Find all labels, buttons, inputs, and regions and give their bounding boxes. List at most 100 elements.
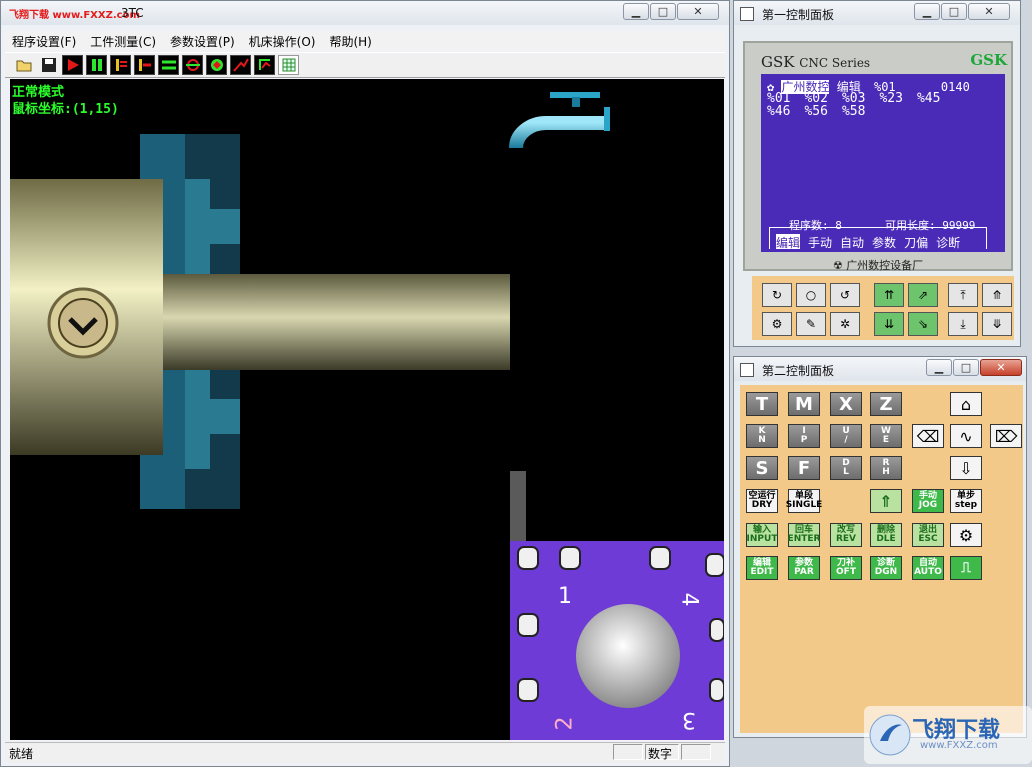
panel2-minimize-button[interactable]: ▁ bbox=[926, 359, 952, 376]
curve-button[interactable] bbox=[230, 55, 251, 75]
key-label-bottom: / bbox=[844, 435, 848, 445]
program-item[interactable]: %45 bbox=[917, 91, 940, 106]
diagnose-mode-button[interactable]: 诊断 DGN bbox=[870, 556, 902, 580]
line-button[interactable] bbox=[158, 55, 179, 75]
key-u-slash[interactable]: U / bbox=[830, 424, 862, 448]
override-up-button[interactable]: ⤒ bbox=[948, 283, 978, 307]
spindle-stop-button[interactable]: ○ bbox=[796, 283, 826, 307]
lubricate-button[interactable]: ✎ bbox=[796, 312, 826, 336]
program-item[interactable]: %58 bbox=[842, 104, 865, 119]
step-button[interactable]: 单步 step bbox=[950, 489, 982, 513]
key-d-l[interactable]: DL bbox=[830, 456, 862, 480]
panel1-maximize-button[interactable]: □ bbox=[941, 3, 967, 20]
rewrite-button[interactable]: 改写 REV bbox=[830, 523, 862, 547]
save-button[interactable] bbox=[38, 55, 59, 75]
key-x[interactable]: X bbox=[830, 392, 862, 416]
panel1-titlebar[interactable]: 第一控制面板 ▁ □ ✕ bbox=[734, 1, 1020, 25]
maximize-button[interactable]: □ bbox=[650, 3, 676, 20]
key-forward[interactable]: ⌦ bbox=[990, 424, 1022, 448]
delete-button[interactable]: 删除 DLE bbox=[870, 523, 902, 547]
spindle-cw-button[interactable]: ↻ bbox=[762, 283, 792, 307]
key-label-bottom: PAR bbox=[794, 567, 814, 577]
menu-program-settings[interactable]: 程序设置(F) bbox=[5, 31, 83, 51]
menu-help[interactable]: 帮助(H) bbox=[322, 31, 378, 51]
spindle-ccw-button[interactable]: ↺ bbox=[830, 283, 860, 307]
coolant-button[interactable]: ⚙ bbox=[762, 312, 792, 336]
panel2-titlebar[interactable]: 第二控制面板 ▁ □ ✕ bbox=[734, 357, 1026, 381]
key-label-bottom: REV bbox=[835, 534, 857, 544]
enter-button[interactable]: 回车 ENTER bbox=[788, 523, 820, 547]
cycle-button[interactable]: ⎍ bbox=[950, 556, 982, 580]
pause-button[interactable] bbox=[86, 55, 107, 75]
single-block-button[interactable]: 单段 SINGLE bbox=[786, 489, 822, 513]
param-mode-button[interactable]: 参数 PAR bbox=[788, 556, 820, 580]
menu-parameter-settings[interactable]: 参数设置(P) bbox=[163, 31, 242, 51]
max-up-icon: ⤊ bbox=[991, 288, 1003, 302]
close-button[interactable]: ✕ bbox=[677, 3, 719, 20]
program-item[interactable]: %46 bbox=[767, 104, 790, 119]
key-w-e[interactable]: WE bbox=[870, 424, 902, 448]
key-s[interactable]: S bbox=[746, 456, 778, 480]
graph-button[interactable] bbox=[254, 55, 275, 75]
softkey-auto[interactable]: 自动 bbox=[840, 234, 864, 250]
panel1-minimize-button[interactable]: ▁ bbox=[914, 3, 940, 20]
softkey-diag[interactable]: 诊断 bbox=[936, 234, 960, 250]
panel2-maximize-button[interactable]: □ bbox=[953, 359, 979, 376]
key-m[interactable]: M bbox=[788, 392, 820, 416]
backspace-icon: ⌫ bbox=[916, 426, 940, 446]
jog-up-button[interactable]: ⇑ bbox=[870, 489, 902, 513]
pointer-button[interactable] bbox=[134, 55, 155, 75]
override-down-button[interactable]: ⤓ bbox=[948, 312, 978, 336]
key-t[interactable]: T bbox=[746, 392, 778, 416]
softkey-param[interactable]: 参数 bbox=[872, 234, 896, 250]
menu-machine-operation[interactable]: 机床操作(O) bbox=[242, 31, 323, 51]
key-z[interactable]: Z bbox=[870, 392, 902, 416]
key-page-down[interactable]: ⇩ bbox=[950, 456, 982, 480]
feed-down-button[interactable]: ⇊ bbox=[874, 312, 904, 336]
status-pane-scroll bbox=[681, 744, 711, 760]
simulation-viewport[interactable]: 正常模式 鼠标坐标:(1,15) 1 4 2 3 bbox=[10, 79, 724, 740]
auto-mode-button[interactable]: 自动 AUTO bbox=[912, 556, 944, 580]
key-r-h[interactable]: RH bbox=[870, 456, 902, 480]
input-button[interactable]: 输入 INPUT bbox=[746, 523, 778, 547]
softkey-manual[interactable]: 手动 bbox=[808, 234, 832, 250]
program-item[interactable]: %56 bbox=[804, 104, 827, 119]
panel2-close-button[interactable]: ✕ bbox=[980, 359, 1022, 376]
key-k-n[interactable]: KN bbox=[746, 424, 778, 448]
program-item[interactable]: %23 bbox=[879, 91, 902, 106]
panel1-close-button[interactable]: ✕ bbox=[968, 3, 1010, 20]
key-home[interactable]: ⌂ bbox=[950, 392, 982, 416]
tool-change-button[interactable]: ✲ bbox=[830, 312, 860, 336]
feed-up-button[interactable]: ⇈ bbox=[874, 283, 904, 307]
key-i-p[interactable]: IP bbox=[788, 424, 820, 448]
target-button[interactable] bbox=[206, 55, 227, 75]
gear-icon: ✲ bbox=[839, 317, 851, 331]
key-label-bottom: ENTER bbox=[787, 534, 821, 544]
minimize-button[interactable]: ▁ bbox=[623, 3, 649, 20]
circle-button[interactable] bbox=[182, 55, 203, 75]
softkey-edit[interactable]: 编辑 bbox=[776, 234, 801, 250]
play-button[interactable] bbox=[62, 55, 83, 75]
gsk-logo: GSK bbox=[970, 51, 1007, 69]
tool-button[interactable] bbox=[110, 55, 131, 75]
key-f[interactable]: F bbox=[788, 456, 820, 480]
menu-workpiece-measure[interactable]: 工件测量(C) bbox=[83, 31, 163, 51]
escape-button[interactable]: 退出 ESC bbox=[912, 523, 944, 547]
dry-run-button[interactable]: 空运行 DRY bbox=[746, 489, 778, 513]
max-up-button[interactable]: ⤊ bbox=[982, 283, 1012, 307]
open-button[interactable] bbox=[14, 55, 35, 75]
key-backspace[interactable]: ⌫ bbox=[912, 424, 944, 448]
max-down-button[interactable]: ⤋ bbox=[982, 312, 1012, 336]
softkey-offset[interactable]: 刀偏 bbox=[904, 234, 928, 250]
reset-button[interactable]: ⚙ bbox=[950, 523, 982, 547]
grid-button[interactable] bbox=[278, 55, 299, 75]
key-label-bottom: ESC bbox=[918, 534, 938, 544]
rapid-up-button[interactable]: ⇗ bbox=[908, 283, 938, 307]
jog-button[interactable]: 手动 JOG bbox=[912, 489, 944, 513]
main-titlebar[interactable]: 飞翔下载 www.FXXZ.com 3TC ▁ □ ✕ bbox=[1, 1, 729, 25]
edit-mode-button[interactable]: 编辑 EDIT bbox=[746, 556, 778, 580]
key-wave[interactable]: ∿ bbox=[950, 424, 982, 448]
rapid-down-button[interactable]: ⇘ bbox=[908, 312, 938, 336]
offset-mode-button[interactable]: 刀补 OFT bbox=[830, 556, 862, 580]
lube-icon: ✎ bbox=[805, 317, 817, 331]
